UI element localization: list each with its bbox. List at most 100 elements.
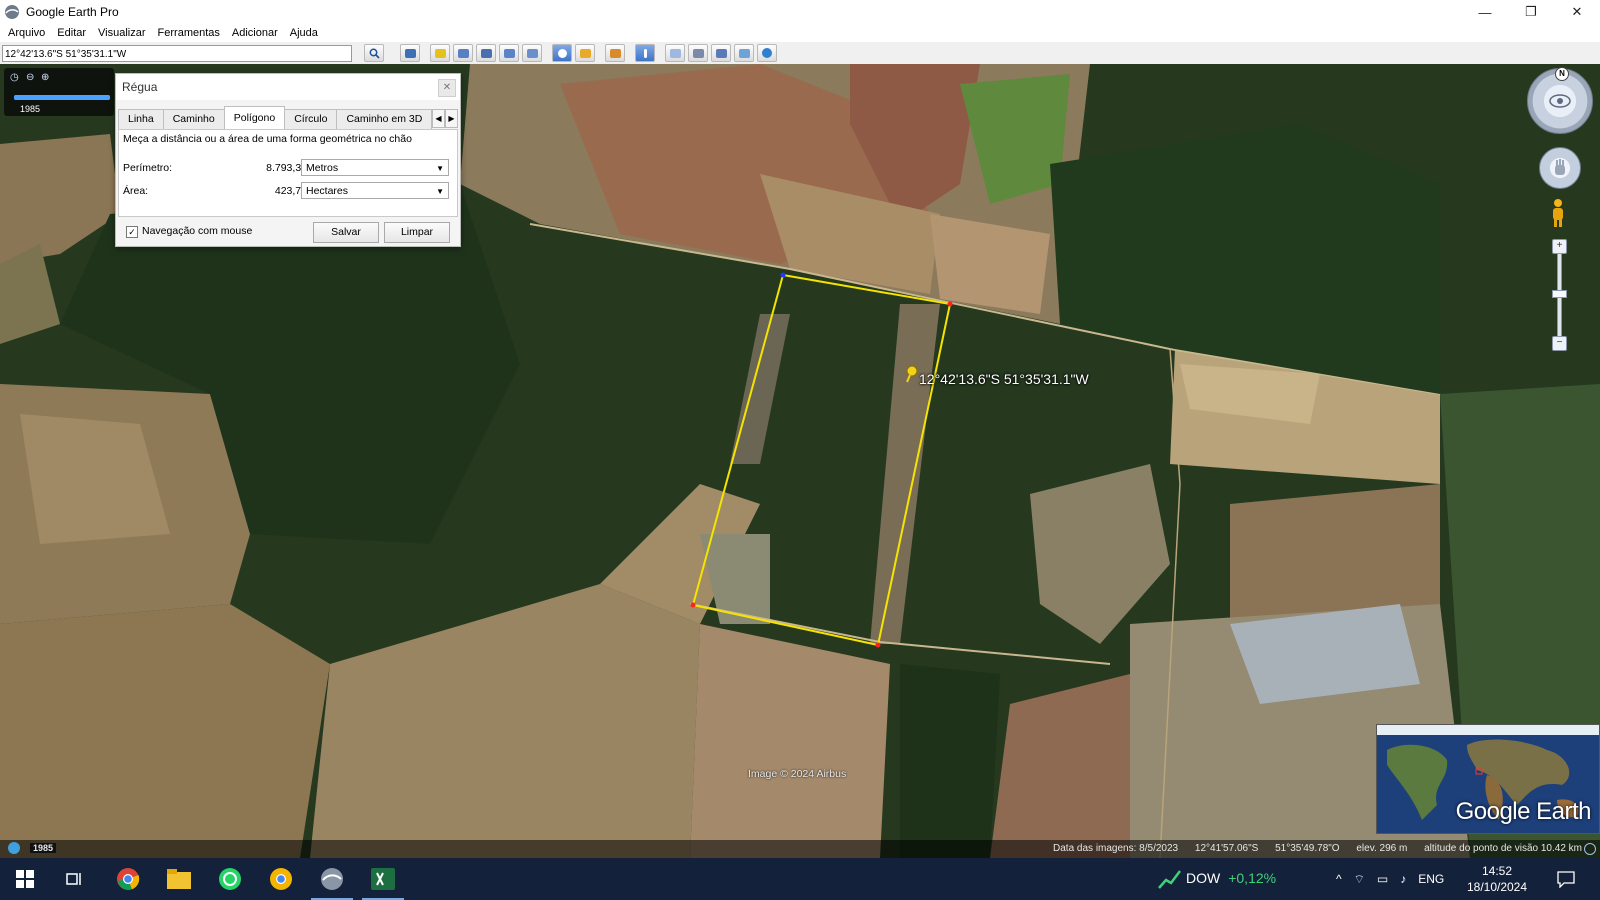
- minimize-button[interactable]: —: [1462, 0, 1508, 24]
- time-slider[interactable]: ◷ ⊖ ⊕ 1985: [4, 68, 114, 116]
- wifi-icon[interactable]: ⌔: [1354, 872, 1365, 887]
- mouse-navigation-checkbox[interactable]: ✓: [126, 226, 138, 238]
- clock-icon[interactable]: ◷: [10, 72, 20, 83]
- sun-icon[interactable]: [575, 44, 595, 62]
- maps-icon[interactable]: [734, 44, 754, 62]
- save-button[interactable]: Salvar: [313, 222, 379, 243]
- tab-scroll-left-icon[interactable]: ◀: [432, 109, 445, 128]
- language-indicator[interactable]: ENG: [1418, 872, 1444, 887]
- zoom-slider[interactable]: + −: [1552, 239, 1567, 351]
- print-icon[interactable]: [688, 44, 708, 62]
- area-unit-value: Hectares: [306, 185, 349, 197]
- windows-start-icon[interactable]: [10, 864, 40, 894]
- time-slider-track[interactable]: [14, 95, 110, 100]
- search-icon[interactable]: [364, 44, 384, 62]
- tab-circulo[interactable]: Círculo: [284, 109, 338, 129]
- stock-widget[interactable]: DOW +0,12%: [1186, 870, 1276, 886]
- close-button[interactable]: ✕: [1554, 0, 1600, 24]
- notifications-icon[interactable]: [1557, 870, 1575, 888]
- file-explorer-icon[interactable]: [164, 864, 194, 894]
- window-title: Google Earth Pro: [26, 5, 119, 19]
- status-year: 1985: [30, 843, 57, 853]
- zoom-out-button[interactable]: −: [1552, 336, 1567, 351]
- ruler-dialog: Régua ✕ Linha Caminho Polígono Círculo C…: [115, 73, 461, 247]
- save-image-icon[interactable]: [711, 44, 731, 62]
- stock-chart-icon: [1158, 870, 1181, 889]
- menu-ajuda[interactable]: Ajuda: [290, 27, 318, 39]
- time-slider-fill: [14, 95, 110, 100]
- elevation-readout: elev. 296 m: [1356, 843, 1408, 854]
- ruler-icon[interactable]: [635, 44, 655, 62]
- menu-bar: Arquivo Editar Visualizar Ferramentas Ad…: [0, 24, 1600, 42]
- chrome-profile-icon[interactable]: [266, 864, 296, 894]
- perimeter-unit-select[interactable]: Metros ▼: [301, 159, 449, 176]
- clear-button[interactable]: Limpar: [384, 222, 450, 243]
- tab-caminho[interactable]: Caminho: [162, 109, 225, 129]
- streaming-indicator-icon: [1584, 843, 1596, 855]
- battery-icon[interactable]: ▭: [1377, 872, 1388, 887]
- google-earth-taskbar-icon[interactable]: [311, 864, 353, 900]
- path-icon[interactable]: [476, 44, 496, 62]
- placemark-label[interactable]: 12°42'13.6"S 51°35'31.1"W: [919, 371, 1089, 387]
- image-overlay-icon[interactable]: [499, 44, 519, 62]
- search-input[interactable]: 12°42'13.6"S 51°35'31.1"W: [2, 44, 352, 62]
- planets-icon[interactable]: [605, 44, 625, 62]
- area-unit-select[interactable]: Hectares ▼: [301, 182, 449, 199]
- menu-editar[interactable]: Editar: [57, 27, 86, 39]
- pushpin-icon[interactable]: [905, 365, 919, 383]
- tab-poligono[interactable]: Polígono: [223, 106, 286, 129]
- polygon-icon[interactable]: [453, 44, 473, 62]
- tab-scroll-right-icon[interactable]: ▶: [445, 109, 458, 128]
- chevron-down-icon: ▼: [436, 164, 444, 173]
- close-icon[interactable]: ✕: [438, 79, 456, 97]
- stock-change: +0,12%: [1228, 870, 1277, 886]
- perimeter-label: Perímetro:: [123, 162, 173, 174]
- latitude-readout: 12°41'57.06"S: [1194, 843, 1259, 854]
- zoom-out-time-icon[interactable]: ⊖: [26, 72, 36, 83]
- sidebar-icon[interactable]: [400, 44, 420, 62]
- placemark-icon[interactable]: [430, 44, 450, 62]
- speaker-icon[interactable]: ♪: [1400, 872, 1406, 887]
- excel-icon[interactable]: [362, 864, 404, 900]
- taskbar: DOW +0,12% ^ ⌔ ▭ ♪ ENG 14:52 18/10/2024: [0, 858, 1600, 900]
- historical-imagery-icon[interactable]: [552, 44, 572, 62]
- task-view-icon[interactable]: [60, 864, 90, 894]
- email-icon[interactable]: [665, 44, 685, 62]
- chevron-up-icon[interactable]: ^: [1336, 872, 1342, 887]
- status-bar: 1985 Data das imagens: 8/5/2023 12°41'57…: [0, 840, 1600, 858]
- perimeter-unit-value: Metros: [306, 162, 339, 174]
- clock-time: 14:52: [1481, 864, 1513, 878]
- ruler-panel: Meça a distância ou a área de uma forma …: [118, 129, 458, 217]
- tab-linha[interactable]: Linha: [118, 109, 164, 129]
- zoom-thumb[interactable]: [1552, 290, 1567, 298]
- earth-icon[interactable]: [757, 44, 777, 62]
- tour-icon[interactable]: [522, 44, 542, 62]
- google-earth-app-icon: [5, 5, 19, 19]
- tab-caminho-3d[interactable]: Caminho em 3D: [336, 109, 433, 129]
- clock-date: 18/10/2024: [1466, 880, 1528, 894]
- chrome-icon[interactable]: [113, 864, 143, 894]
- whatsapp-icon[interactable]: [215, 864, 245, 894]
- zoom-in-button[interactable]: +: [1552, 239, 1567, 254]
- menu-arquivo[interactable]: Arquivo: [8, 27, 45, 39]
- time-slider-year: 1985: [20, 104, 41, 114]
- zoom-in-time-icon[interactable]: ⊕: [41, 72, 51, 83]
- restore-button[interactable]: ❐: [1508, 0, 1554, 24]
- area-label: Área:: [123, 185, 149, 197]
- street-view-pegman-icon[interactable]: [1549, 198, 1567, 228]
- stock-name: DOW: [1186, 870, 1221, 886]
- compass-control[interactable]: N: [1527, 67, 1593, 134]
- menu-visualizar[interactable]: Visualizar: [98, 27, 146, 39]
- menu-adicionar[interactable]: Adicionar: [232, 27, 278, 39]
- imagery-copyright: Image © 2024 Airbus: [748, 768, 847, 780]
- chevron-down-icon: ▼: [436, 187, 444, 196]
- clock[interactable]: 14:52 18/10/2024: [1462, 863, 1532, 895]
- longitude-readout: 51°35'49.78"O: [1275, 843, 1340, 854]
- north-indicator[interactable]: N: [1555, 67, 1569, 81]
- pan-control[interactable]: [1539, 147, 1581, 189]
- historical-toggle-icon[interactable]: [8, 842, 20, 854]
- overview-map[interactable]: Google Earth: [1376, 724, 1600, 834]
- eye-icon: [1549, 94, 1571, 108]
- title-bar: Google Earth Pro — ❐ ✕: [0, 0, 1600, 24]
- menu-ferramentas[interactable]: Ferramentas: [158, 27, 220, 39]
